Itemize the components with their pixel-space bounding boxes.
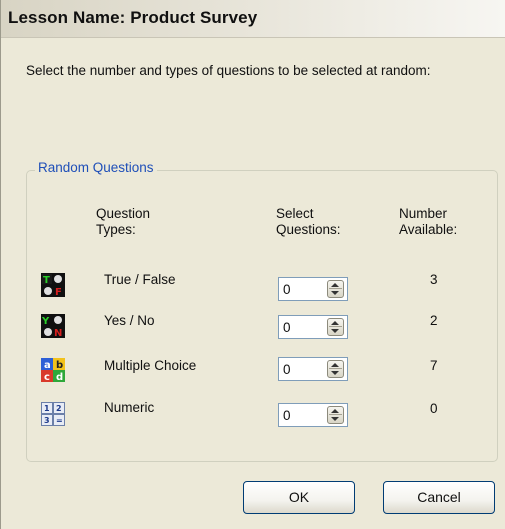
- spin-up-icon[interactable]: [331, 321, 339, 325]
- svg-text:c: c: [44, 372, 50, 382]
- svg-text:T: T: [43, 275, 50, 286]
- dialog-window: Lesson Name: Product Survey Select the n…: [0, 0, 505, 529]
- cancel-button[interactable]: Cancel: [383, 481, 495, 514]
- header-number-available: Number Available:: [399, 206, 457, 238]
- spin-down-icon[interactable]: [331, 417, 339, 421]
- svg-text:b: b: [56, 360, 63, 371]
- yes-no-spin-buttons[interactable]: [327, 318, 344, 336]
- numeric-spin-buttons[interactable]: [327, 406, 344, 424]
- spin-up-icon[interactable]: [331, 363, 339, 367]
- multiple-choice-value[interactable]: 0: [283, 362, 291, 377]
- title-bar: Lesson Name: Product Survey: [1, 0, 505, 38]
- yes-no-value[interactable]: 0: [283, 320, 291, 335]
- header-available-line1: Number: [399, 206, 448, 221]
- available-multiple-choice: 7: [430, 358, 438, 373]
- svg-text:a: a: [44, 360, 51, 371]
- spin-up-icon[interactable]: [331, 409, 339, 413]
- header-question-types-line1: Question: [96, 206, 151, 221]
- spin-down-icon[interactable]: [331, 371, 339, 375]
- true-false-spinner[interactable]: 0: [278, 277, 348, 301]
- available-numeric: 0: [430, 401, 438, 416]
- true-false-icon: T F: [41, 273, 65, 297]
- multiple-choice-icon: a b c d: [41, 358, 65, 382]
- row-label-true-false: True / False: [104, 272, 176, 287]
- multiple-choice-spinner[interactable]: 0: [278, 357, 348, 381]
- svg-text:Y: Y: [41, 316, 50, 327]
- spin-divider: [329, 326, 342, 327]
- spin-down-icon[interactable]: [331, 329, 339, 333]
- header-available-line2: Available:: [399, 222, 458, 237]
- header-select-line2: Questions:: [276, 222, 341, 237]
- spin-divider: [329, 288, 342, 289]
- numeric-icon: 1 2 3 =: [41, 402, 65, 426]
- spin-up-icon[interactable]: [331, 283, 339, 287]
- header-select-questions: Select Questions:: [276, 206, 341, 238]
- svg-text:3: 3: [44, 416, 50, 425]
- ok-button[interactable]: OK: [243, 481, 355, 514]
- svg-text:d: d: [56, 372, 63, 382]
- available-yes-no: 2: [430, 313, 438, 328]
- numeric-value[interactable]: 0: [283, 408, 291, 423]
- group-legend: Random Questions: [35, 160, 157, 175]
- header-question-types: Question Types:: [96, 206, 150, 238]
- svg-text:N: N: [54, 328, 62, 338]
- true-false-value[interactable]: 0: [283, 282, 291, 297]
- dialog-title: Lesson Name: Product Survey: [8, 8, 258, 27]
- row-label-yes-no: Yes / No: [104, 313, 155, 328]
- yes-no-icon: Y N: [41, 314, 65, 338]
- multiple-choice-spin-buttons[interactable]: [327, 360, 344, 378]
- svg-text:2: 2: [56, 404, 62, 413]
- yes-no-spinner[interactable]: 0: [278, 315, 348, 339]
- row-label-multiple-choice: Multiple Choice: [104, 358, 197, 373]
- numeric-spinner[interactable]: 0: [278, 403, 348, 427]
- svg-text:=: =: [56, 416, 63, 425]
- spin-divider: [329, 414, 342, 415]
- header-select-line1: Select: [276, 206, 314, 221]
- spin-down-icon[interactable]: [331, 291, 339, 295]
- header-question-types-line2: Types:: [96, 222, 136, 237]
- svg-text:F: F: [55, 287, 62, 297]
- spin-divider: [329, 368, 342, 369]
- available-true-false: 3: [430, 272, 438, 287]
- true-false-spin-buttons[interactable]: [327, 280, 344, 298]
- row-label-numeric: Numeric: [104, 400, 155, 415]
- instruction-text: Select the number and types of questions…: [26, 63, 431, 78]
- svg-text:1: 1: [44, 404, 50, 413]
